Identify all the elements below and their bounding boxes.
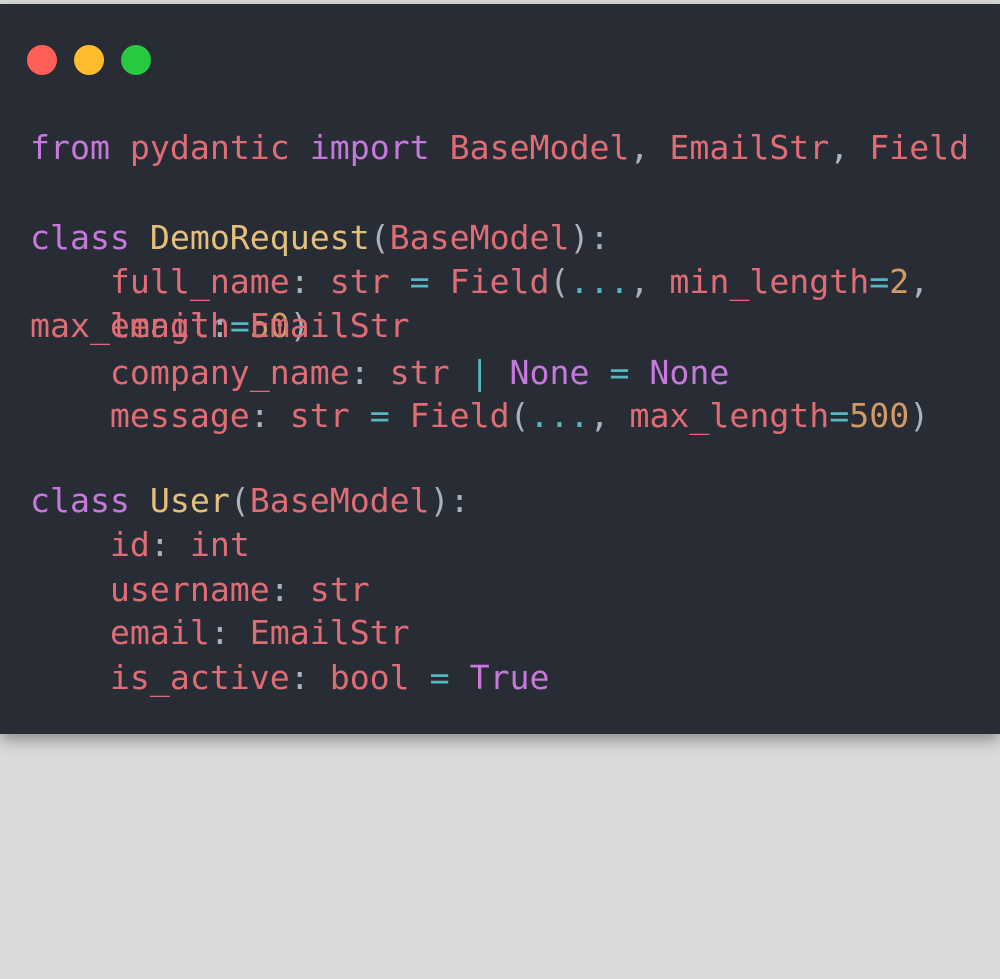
maximize-dot-icon[interactable]	[121, 45, 151, 75]
code-token: int	[169, 525, 250, 564]
code-line-8: id: int	[30, 523, 250, 567]
code-token: :	[349, 353, 370, 392]
code-token: is_active	[30, 658, 290, 697]
code-token: None	[629, 353, 730, 392]
code-token: ):	[429, 481, 470, 520]
code-token: :	[249, 396, 270, 435]
code-token: User	[129, 481, 230, 520]
code-token: (	[229, 481, 250, 520]
code-line-7: class User(BaseModel):	[30, 479, 470, 523]
code-token: Field	[849, 128, 970, 167]
code-token: Field	[429, 262, 550, 301]
code-token: =	[869, 262, 890, 301]
code-token: =	[409, 262, 430, 301]
code-token: ...	[569, 262, 630, 301]
code-token: :	[289, 658, 310, 697]
code-token: =	[369, 396, 390, 435]
code-token: email	[30, 613, 210, 652]
code-token: =	[829, 396, 850, 435]
code-token: :	[269, 570, 290, 609]
code-token: str	[309, 262, 410, 301]
code-token: BaseModel	[249, 481, 430, 520]
code-line-6: message: str = Field(..., max_length=500…	[30, 394, 929, 438]
code-token: ,	[629, 262, 650, 301]
code-token: str	[269, 396, 370, 435]
code-token: (	[549, 262, 570, 301]
code-token: =	[609, 353, 630, 392]
code-token: bool	[309, 658, 430, 697]
code-token: BaseModel	[429, 128, 630, 167]
code-token: company_name	[30, 353, 350, 392]
code-token: :	[149, 525, 170, 564]
code-token: None	[489, 353, 610, 392]
code-token: str	[369, 353, 470, 392]
code-token: ,	[909, 262, 930, 301]
code-token: True	[449, 658, 550, 697]
code-token: min_length	[649, 262, 870, 301]
code-token: ,	[829, 128, 850, 167]
code-token: DemoRequest	[129, 218, 370, 257]
code-token: pydantic	[109, 128, 310, 167]
code-token: )	[909, 396, 930, 435]
code-token: =	[429, 658, 450, 697]
code-token: :	[209, 306, 230, 345]
code-line-4-overlap: email: EmailStr	[30, 304, 410, 348]
code-token: id	[30, 525, 150, 564]
code-token: full_name	[30, 262, 290, 301]
code-token: EmailStr	[229, 613, 410, 652]
code-token: message	[30, 396, 250, 435]
code-token: :	[289, 262, 310, 301]
code-token: class	[30, 218, 130, 257]
code-token: max_length	[609, 396, 830, 435]
code-token: EmailStr	[229, 306, 410, 345]
code-token: ):	[569, 218, 610, 257]
code-line-9: username: str	[30, 568, 370, 612]
code-token: str	[289, 570, 370, 609]
code-line-1: from pydantic import BaseModel, EmailStr…	[30, 126, 969, 170]
code-token: 2	[889, 262, 910, 301]
code-token: (	[369, 218, 390, 257]
code-token: 500	[849, 396, 910, 435]
code-line-2: class DemoRequest(BaseModel):	[30, 216, 609, 260]
code-token: username	[30, 570, 270, 609]
code-token: (	[509, 396, 530, 435]
code-token: EmailStr	[649, 128, 830, 167]
code-token: Field	[389, 396, 510, 435]
code-token: import	[309, 128, 430, 167]
code-token: class	[30, 481, 130, 520]
code-token: from	[30, 128, 110, 167]
code-token: |	[469, 353, 490, 392]
code-token: ...	[529, 396, 590, 435]
code-token: ,	[589, 396, 610, 435]
code-token: BaseModel	[389, 218, 570, 257]
code-line-5: company_name: str | None = None	[30, 351, 729, 395]
code-line-10: email: EmailStr	[30, 611, 410, 655]
code-line-3: full_name: str = Field(..., min_length=2…	[30, 260, 929, 304]
code-token: ,	[629, 128, 650, 167]
code-token: :	[209, 613, 230, 652]
code-token: email	[30, 306, 210, 345]
code-line-11: is_active: bool = True	[30, 656, 550, 700]
code-window: from pydantic import BaseModel, EmailStr…	[0, 4, 1000, 734]
code-block: from pydantic import BaseModel, EmailStr…	[30, 4, 969, 979]
